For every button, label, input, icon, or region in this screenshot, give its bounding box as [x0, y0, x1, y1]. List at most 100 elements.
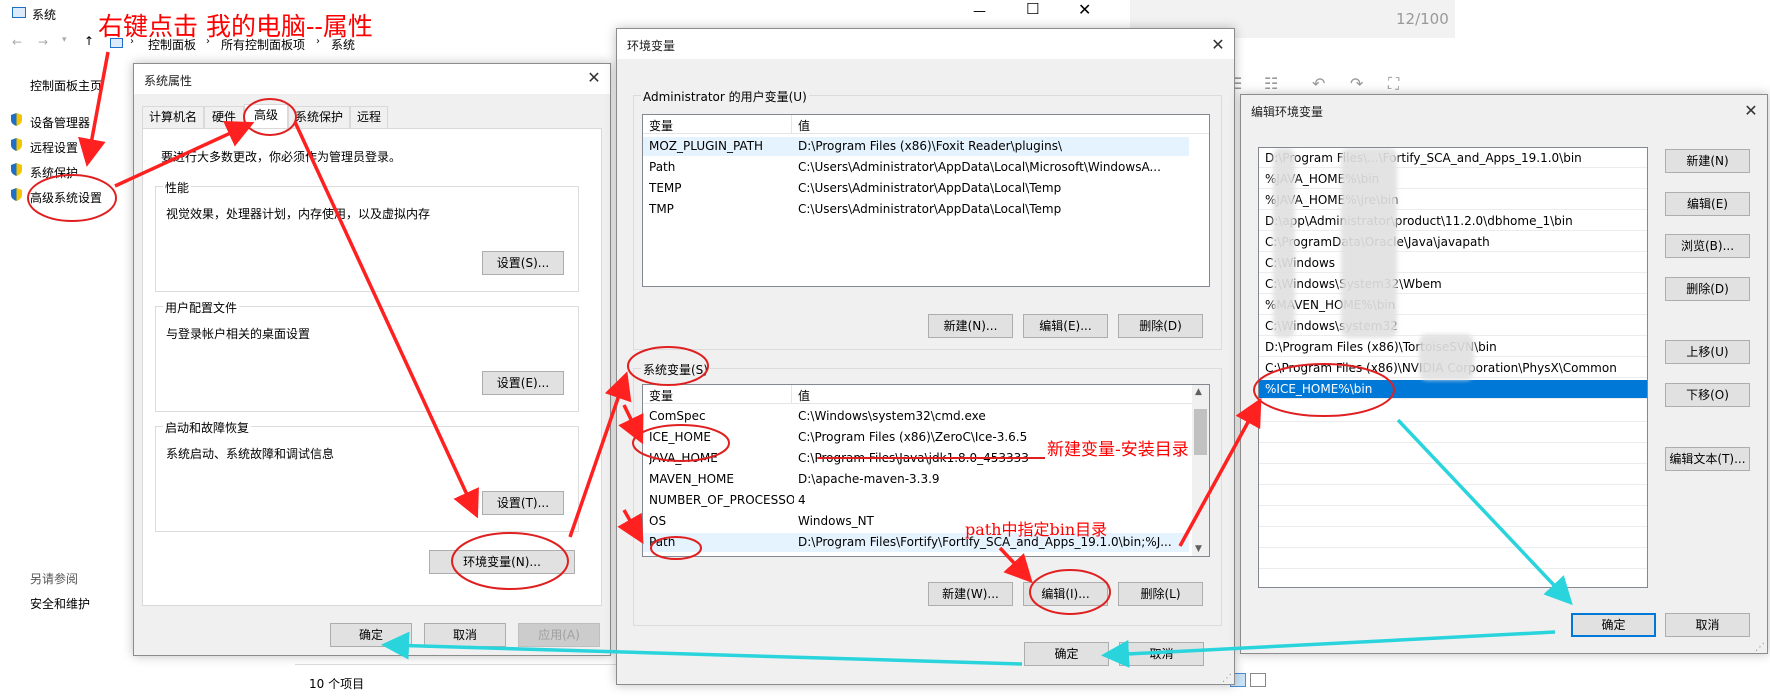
scroll-down-icon[interactable]: ▼: [1195, 544, 1202, 554]
privacy-blur: [1341, 148, 1397, 338]
control-panel-home-link[interactable]: 控制面板主页: [30, 77, 102, 94]
move-up-button[interactable]: 上移(U): [1665, 340, 1750, 364]
empty-row[interactable]: [1259, 485, 1647, 506]
scroll-up-icon[interactable]: ▲: [1195, 387, 1202, 397]
system-delete-button[interactable]: 删除(L): [1118, 582, 1203, 606]
empty-row[interactable]: [1259, 443, 1647, 464]
list-item[interactable]: %JAVA_HOME%\jre\bin: [1259, 191, 1647, 210]
empty-row[interactable]: [1259, 401, 1647, 422]
user-profiles-group: 用户配置文件 与登录帐户相关的桌面设置 设置(E)...: [155, 299, 579, 412]
recent-icon[interactable]: ▾: [62, 35, 67, 45]
system-edit-button[interactable]: 编辑(I)...: [1023, 582, 1108, 606]
list-item[interactable]: C:\Windows\System32\Wbem: [1259, 275, 1647, 294]
list-item[interactable]: C:\Windows\system32: [1259, 317, 1647, 336]
edit-text-button[interactable]: 编辑文本(T)...: [1665, 447, 1750, 471]
undo-icon[interactable]: ↶: [1312, 74, 1325, 93]
fullscreen-icon[interactable]: ⛶: [1388, 74, 1399, 94]
column-header-variable[interactable]: 变量: [649, 117, 794, 134]
list-item[interactable]: C:\Windows: [1259, 254, 1647, 273]
tab-remote[interactable]: 远程: [350, 106, 388, 128]
empty-row[interactable]: [1259, 422, 1647, 443]
list-item[interactable]: %MAVEN_HOME%\bin: [1259, 296, 1647, 315]
scrollbar[interactable]: ▲ ▼: [1192, 385, 1209, 556]
tab-label: 计算机名: [148, 110, 197, 124]
resize-grip-icon[interactable]: ⋰: [1222, 673, 1232, 684]
edit-environment-variable-dialog: 编辑环境变量 ✕ D:\Program Files\...\Fortify_SC…: [1240, 94, 1768, 654]
empty-row[interactable]: [1259, 464, 1647, 485]
system-properties-dialog: 系统属性 ✕ 计算机名 硬件 高级 系统保护 远程 要进行大多数更改，你必须作为…: [133, 63, 611, 656]
ordered-list-icon[interactable]: ☷: [1264, 74, 1278, 93]
system-new-button[interactable]: 新建(W)...: [928, 582, 1013, 606]
environment-variables-button[interactable]: 环境变量(N)...: [429, 550, 575, 574]
table-row[interactable]: Path C:\Users\Administrator\AppData\Loca…: [643, 158, 1209, 177]
environment-variables-dialog: 环境变量 ✕ Administrator 的用户变量(U) 变量 值 MOZ_P…: [616, 28, 1235, 685]
empty-row[interactable]: [1259, 548, 1647, 569]
resize-grip-icon[interactable]: ⋰: [1755, 642, 1765, 653]
startup-settings-button[interactable]: 设置(T)...: [482, 491, 564, 515]
tab-advanced[interactable]: 高级: [244, 104, 288, 129]
path-entries-list[interactable]: D:\Program Files\...\Fortify_SCA_and_App…: [1258, 147, 1648, 588]
table-row[interactable]: TMP C:\Users\Administrator\AppData\Local…: [643, 200, 1209, 219]
list-item[interactable]: D:\app\Administrator\product\11.2.0\dbho…: [1259, 212, 1647, 231]
redo-icon[interactable]: ↷: [1350, 74, 1363, 93]
tab-computer-name[interactable]: 计算机名: [142, 106, 204, 128]
column-header-value[interactable]: 值: [798, 387, 1205, 404]
browse-button[interactable]: 浏览(B)...: [1665, 234, 1750, 258]
scroll-thumb[interactable]: [1194, 409, 1207, 455]
security-maintenance-link[interactable]: 安全和维护: [30, 595, 90, 612]
user-new-button[interactable]: 新建(N)...: [928, 314, 1013, 338]
var-name: Path: [649, 535, 676, 549]
delete-entry-button[interactable]: 删除(D): [1665, 277, 1750, 301]
user-variables-list[interactable]: 变量 值 MOZ_PLUGIN_PATH D:\Program Files (x…: [642, 114, 1210, 287]
dialog-title: 环境变量: [627, 39, 676, 53]
tab-label: 系统保护: [294, 110, 343, 124]
close-icon[interactable]: ✕: [1208, 35, 1228, 55]
empty-row[interactable]: [1259, 527, 1647, 548]
profiles-settings-button[interactable]: 设置(E)...: [482, 371, 564, 395]
table-row[interactable]: MOZ_PLUGIN_PATH D:\Program Files (x86)\F…: [643, 137, 1189, 156]
cancel-button[interactable]: 取消: [1119, 642, 1204, 666]
table-row[interactable]: OS Windows_NT: [643, 512, 1209, 531]
system-variables-list[interactable]: 变量 值 ComSpec C:\Windows\system32\cmd.exe…: [642, 384, 1210, 557]
table-row[interactable]: NUMBER_OF_PROCESSORS 4: [643, 491, 1209, 510]
new-entry-button[interactable]: 新建(N): [1665, 149, 1750, 173]
maximize-icon[interactable]: ☐: [1026, 0, 1039, 18]
list-item[interactable]: D:\Program Files\...\Fortify_SCA_and_App…: [1259, 149, 1647, 168]
dialog-titlebar: 环境变量 ✕: [617, 29, 1234, 59]
back-icon[interactable]: ←: [12, 35, 22, 49]
cancel-button[interactable]: 取消: [424, 623, 506, 647]
list-item[interactable]: C:\ProgramData\Oracle\Java\javapath: [1259, 233, 1647, 252]
forward-icon[interactable]: →: [38, 35, 48, 49]
tiles-view-icon[interactable]: [1250, 673, 1266, 687]
dialog-title: 系统属性: [144, 74, 193, 88]
column-header-variable[interactable]: 变量: [649, 387, 794, 404]
var-value: D:\Program Files (x86)\Foxit Reader\plug…: [798, 139, 1063, 153]
cancel-button[interactable]: 取消: [1665, 613, 1750, 637]
user-delete-button[interactable]: 删除(D): [1118, 314, 1203, 338]
apply-button[interactable]: 应用(A): [518, 623, 600, 647]
minimize-icon[interactable]: —: [973, 4, 986, 19]
annotation-path-bin: path中指定bin目录: [965, 520, 1108, 539]
move-down-button[interactable]: 下移(O): [1665, 383, 1750, 407]
ok-button[interactable]: 确定: [1024, 642, 1109, 666]
user-edit-button[interactable]: 编辑(E)...: [1023, 314, 1108, 338]
performance-settings-button[interactable]: 设置(S)...: [482, 251, 564, 275]
column-header-value[interactable]: 值: [798, 117, 1205, 134]
list-item-selected[interactable]: %ICE_HOME%\bin: [1259, 380, 1647, 399]
close-icon[interactable]: ✕: [584, 68, 604, 88]
group-label: 启动和故障恢复: [163, 419, 252, 436]
close-icon[interactable]: ✕: [1741, 101, 1761, 121]
empty-row[interactable]: [1259, 506, 1647, 527]
edit-entry-button[interactable]: 编辑(E): [1665, 192, 1750, 216]
tab-hardware[interactable]: 硬件: [204, 106, 244, 128]
tab-system-protection[interactable]: 系统保护: [288, 106, 350, 128]
table-row[interactable]: ComSpec C:\Windows\system32\cmd.exe: [643, 407, 1209, 426]
up-icon[interactable]: ↑: [84, 34, 94, 48]
table-row[interactable]: TEMP C:\Users\Administrator\AppData\Loca…: [643, 179, 1209, 198]
ok-button[interactable]: 确定: [1571, 613, 1656, 637]
table-row[interactable]: MAVEN_HOME D:\apache-maven-3.3.9: [643, 470, 1209, 489]
ok-button[interactable]: 确定: [330, 623, 412, 647]
nav-label: 远程设置: [30, 141, 79, 155]
list-item[interactable]: %JAVA_HOME%\bin: [1259, 170, 1647, 189]
close-icon[interactable]: ✕: [1078, 0, 1091, 19]
